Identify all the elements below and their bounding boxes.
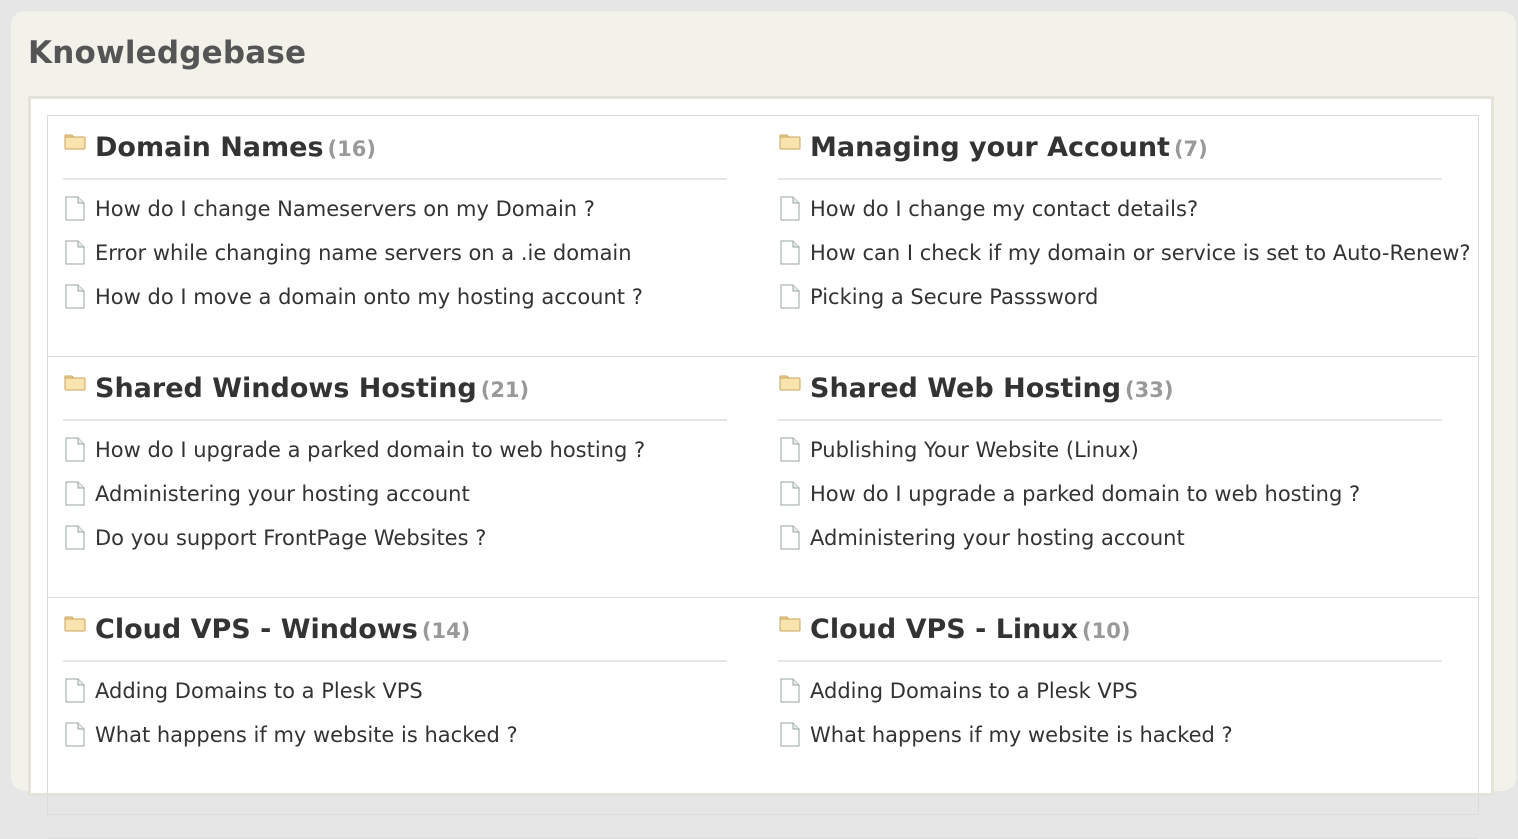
folder-icon [779, 616, 801, 632]
category-count: (7) [1173, 137, 1208, 161]
category-row: Domain Names (16) How do I change Nameser… [48, 116, 1478, 357]
article-title: How do I change Nameservers on my Domain… [95, 197, 595, 221]
category-link[interactable]: Cloud VPS - Linux (10) [810, 614, 1130, 645]
category-link[interactable]: Cloud VPS - Windows (14) [95, 614, 470, 645]
article-title: Publishing Your Website (Linux) [810, 438, 1139, 462]
knowledgebase-panel: Knowledgebase Domain Names (16) How do I … [11, 11, 1516, 839]
category-grid: Domain Names (16) How do I change Nameser… [47, 115, 1479, 839]
category-row: Shared Windows Hosting (21) How do I upgr… [48, 357, 1478, 598]
category-row: Cloud VPS - Windows (14) Adding Domains t… [48, 598, 1478, 839]
article-title: Adding Domains to a Plesk VPS [95, 679, 423, 703]
category-title: Shared Web Hosting [810, 373, 1122, 404]
category-link[interactable]: Shared Windows Hosting (21) [95, 373, 529, 404]
category-count: (21) [480, 378, 530, 402]
document-icon [65, 481, 85, 506]
article-title: Administering your hosting account [810, 526, 1185, 550]
folder-icon [64, 134, 86, 150]
document-icon [65, 678, 85, 703]
category-count: (33) [1125, 378, 1174, 402]
category-count: (10) [1082, 619, 1131, 643]
category-header: Cloud VPS - Windows (14) [63, 614, 727, 662]
document-icon [780, 722, 800, 747]
document-icon [65, 437, 85, 462]
category-link[interactable]: Shared Web Hosting (33) [810, 373, 1173, 404]
article-title: How do I upgrade a parked domain to web … [95, 438, 646, 462]
document-icon [65, 525, 85, 550]
category-count: (14) [421, 619, 471, 643]
document-icon [65, 722, 85, 747]
article-title: Administering your hosting account [95, 482, 470, 506]
knowledgebase-container: Domain Names (16) How do I change Nameser… [28, 96, 1494, 839]
article-title: What happens if my website is hacked ? [810, 723, 1233, 747]
category-title: Domain Names [95, 132, 324, 163]
article-title: What happens if my website is hacked ? [95, 723, 518, 747]
article-title: How do I upgrade a parked domain to web … [810, 482, 1361, 506]
article-title: Picking a Secure Passsword [810, 285, 1099, 309]
folder-icon [64, 616, 86, 632]
category-link[interactable]: Managing your Account (7) [810, 132, 1208, 163]
document-icon [65, 240, 85, 265]
document-icon [780, 678, 800, 703]
category-header: Managing your Account (7) [778, 132, 1442, 180]
article-title: Do you support FrontPage Websites ? [95, 526, 487, 550]
document-icon [65, 196, 85, 221]
folder-icon [64, 375, 86, 391]
document-icon [780, 240, 800, 265]
document-icon [780, 196, 800, 221]
article-title: How do I change my contact details? [810, 197, 1199, 221]
document-icon [780, 481, 800, 506]
category-header: Shared Web Hosting (33) [778, 373, 1442, 421]
article-title: Adding Domains to a Plesk VPS [810, 679, 1138, 703]
article-title: How can I check if my domain or service … [810, 241, 1471, 265]
document-icon [780, 525, 800, 550]
page-title: Knowledgebase [28, 35, 307, 71]
folder-icon [779, 134, 801, 150]
category-link[interactable]: Domain Names (16) [95, 132, 376, 163]
document-icon [780, 284, 800, 309]
document-icon [65, 284, 85, 309]
category-count: (16) [327, 137, 376, 161]
category-header: Shared Windows Hosting (21) [63, 373, 727, 421]
category-title: Cloud VPS - Windows [95, 614, 418, 645]
category-title: Shared Windows Hosting [95, 373, 477, 404]
article-title: How do I move a domain onto my hosting a… [95, 285, 643, 309]
article-title: Error while changing name servers on a .… [95, 241, 632, 265]
document-icon [780, 437, 800, 462]
category-title: Cloud VPS - Linux [810, 614, 1079, 645]
category-title: Managing your Account [810, 132, 1170, 163]
folder-icon [779, 375, 801, 391]
category-header: Domain Names (16) [63, 132, 727, 180]
category-header: Cloud VPS - Linux (10) [778, 614, 1442, 662]
